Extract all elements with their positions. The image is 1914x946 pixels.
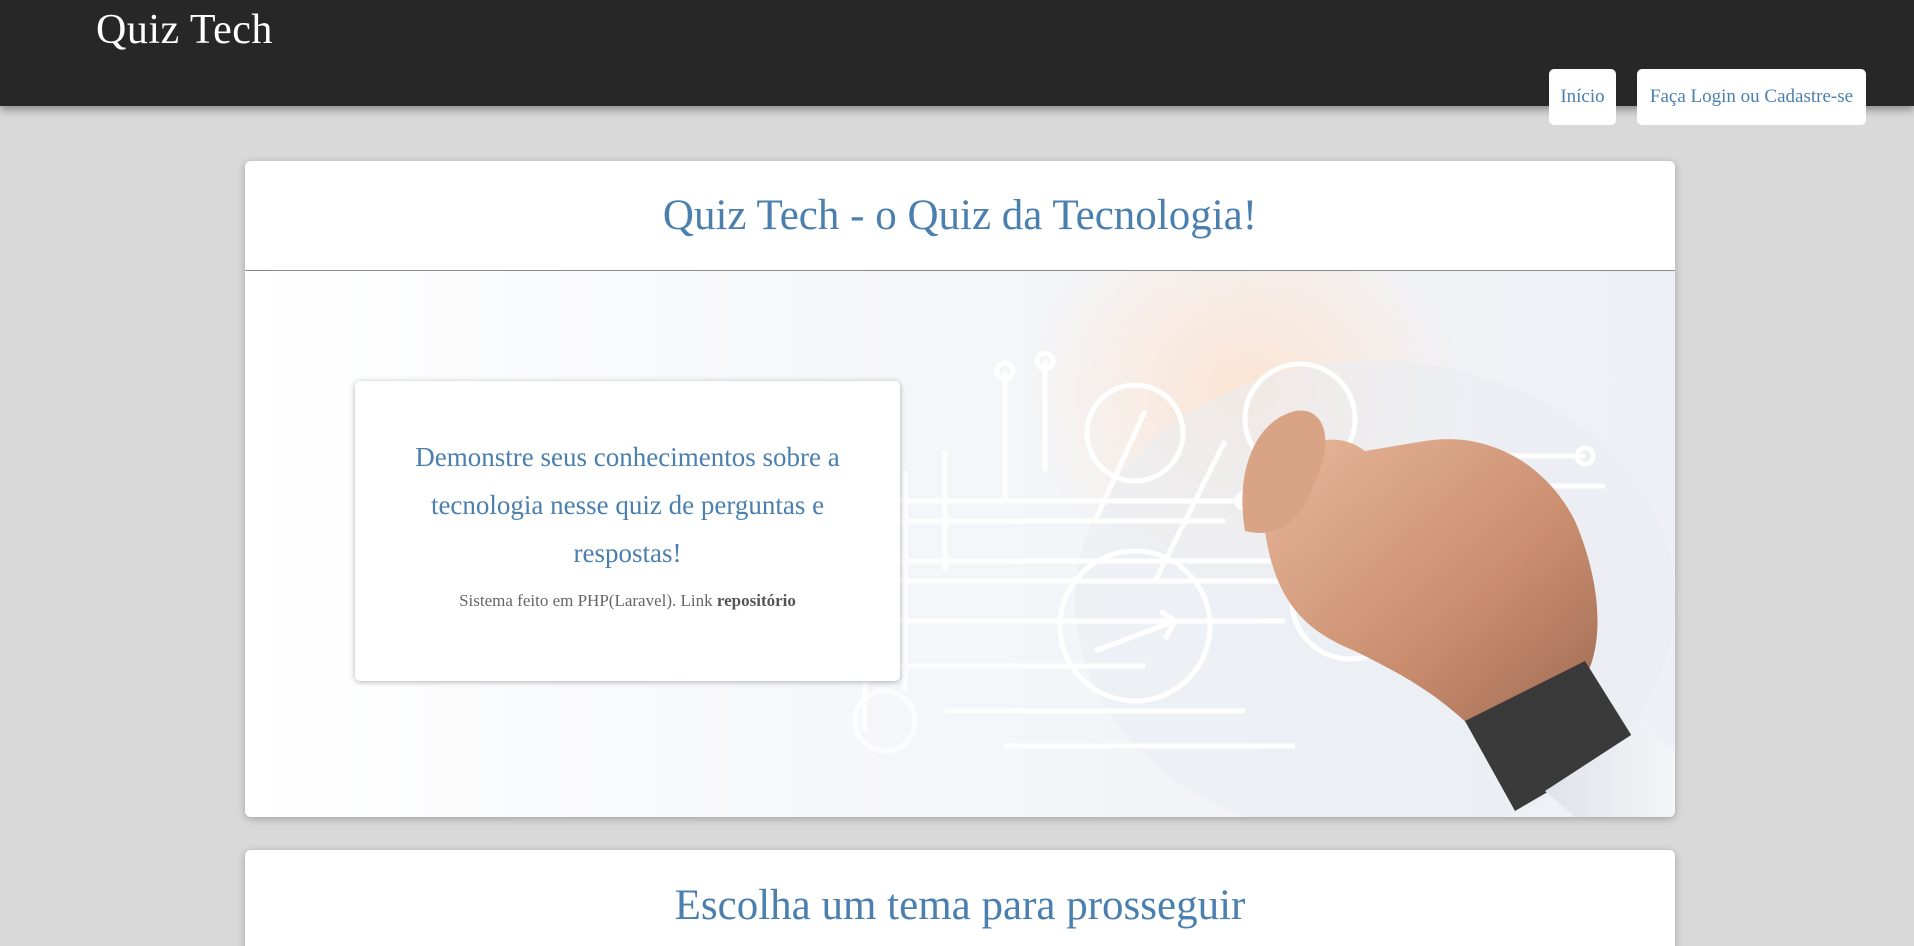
promo-box: Demonstre seus conhecimentos sobre a tec… [355,381,900,681]
promo-subtext-label: Sistema feito em PHP(Laravel). Link [459,591,713,610]
hero-title: Quiz Tech - o Quiz da Tecnologia! [245,161,1675,271]
theme-selection-card: Escolha um tema para prosseguir [245,850,1675,946]
top-navbar: Quiz Tech Início Faça Login ou Cadastre-… [0,0,1914,125]
hero-banner: Demonstre seus conhecimentos sobre a tec… [245,271,1675,817]
brand-logo[interactable]: Quiz Tech [96,6,273,54]
repository-link[interactable]: repositório [717,591,796,610]
theme-section-title: Escolha um tema para prosseguir [674,881,1246,929]
nav-login-button[interactable]: Faça Login ou Cadastre-se [1637,69,1866,125]
nav-home-button[interactable]: Início [1549,69,1616,125]
promo-headline: Demonstre seus conhecimentos sobre a tec… [415,442,840,568]
promo-subtext: Sistema feito em PHP(Laravel). Link repo… [355,591,900,611]
hero-card: Quiz Tech - o Quiz da Tecnologia! Demons… [245,161,1675,817]
